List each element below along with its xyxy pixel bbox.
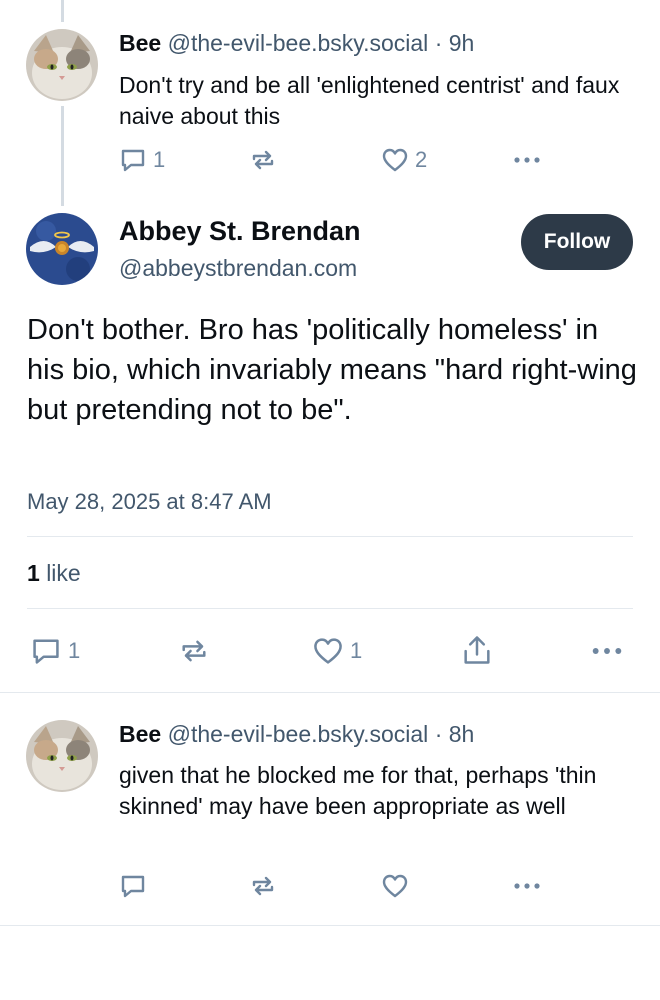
reply-count: 1 <box>68 638 81 663</box>
likes-number: 1 <box>27 560 40 586</box>
author-name[interactable]: Bee <box>119 721 161 747</box>
repost-button[interactable] <box>249 872 277 900</box>
more-options-button[interactable] <box>512 146 542 174</box>
avatar[interactable] <box>26 29 98 101</box>
reply-icon <box>33 639 59 664</box>
repost-icon <box>252 876 274 896</box>
author-handle[interactable]: @the-evil-bee.bsky.social <box>168 30 429 56</box>
reply-icon <box>121 875 145 898</box>
divider <box>27 608 633 609</box>
post-text: Don't try and be all 'enlightened centri… <box>119 72 620 129</box>
thread-line <box>61 0 64 22</box>
divider <box>0 925 660 926</box>
author-name[interactable]: Abbey St. Brendan <box>119 216 361 247</box>
like-button[interactable] <box>381 872 409 900</box>
reply-header: Bee @the-evil-bee.bsky.social · 8h <box>119 721 474 748</box>
likes-label: like <box>46 560 81 586</box>
like-button[interactable]: 1 <box>312 635 362 667</box>
likes-summary[interactable]: 1 like <box>27 560 81 587</box>
angel-avatar-icon <box>26 213 98 285</box>
repost-icon <box>182 640 206 662</box>
post-text: Don't bother. Bro has 'politically homel… <box>27 314 637 426</box>
more-options-button[interactable] <box>590 635 624 667</box>
reply-button[interactable] <box>119 872 147 900</box>
post-date: May 28, 2025 at 8:47 AM <box>27 489 272 514</box>
reply-header: Bee @the-evil-bee.bsky.social · 9h <box>119 30 474 57</box>
cat-avatar-icon <box>26 29 98 101</box>
share-button[interactable] <box>461 633 493 667</box>
author-handle[interactable]: @the-evil-bee.bsky.social <box>168 721 429 747</box>
heart-icon <box>382 148 408 172</box>
like-count: 2 <box>415 147 428 172</box>
separator: · <box>434 30 443 56</box>
reply-button[interactable]: 1 <box>119 146 165 174</box>
more-icon <box>592 648 622 654</box>
post-time[interactable]: 9h <box>449 30 475 56</box>
like-button[interactable]: 2 <box>381 146 427 174</box>
like-count: 1 <box>350 638 363 663</box>
repost-button[interactable] <box>249 146 277 174</box>
post-text: given that he blocked me for that, perha… <box>119 762 597 819</box>
heart-icon <box>314 638 342 664</box>
thread-line <box>61 106 64 206</box>
follow-button[interactable]: Follow <box>521 214 633 270</box>
divider <box>0 692 660 693</box>
avatar[interactable] <box>26 213 98 285</box>
cat-avatar-icon <box>26 720 98 792</box>
more-options-button[interactable] <box>512 872 542 900</box>
more-icon <box>514 157 540 163</box>
more-icon <box>514 883 540 889</box>
repost-button[interactable] <box>178 635 210 667</box>
author-handle[interactable]: @abbeystbrendan.com <box>119 255 357 282</box>
repost-icon <box>252 150 274 170</box>
divider <box>27 536 633 537</box>
avatar[interactable] <box>26 720 98 792</box>
separator: · <box>434 721 443 747</box>
post-time[interactable]: 8h <box>449 721 475 747</box>
reply-count: 1 <box>153 147 166 172</box>
share-icon <box>464 636 490 664</box>
reply-button[interactable]: 1 <box>30 635 80 667</box>
heart-icon <box>382 874 408 898</box>
reply-icon <box>121 149 145 172</box>
author-name[interactable]: Bee <box>119 30 161 56</box>
